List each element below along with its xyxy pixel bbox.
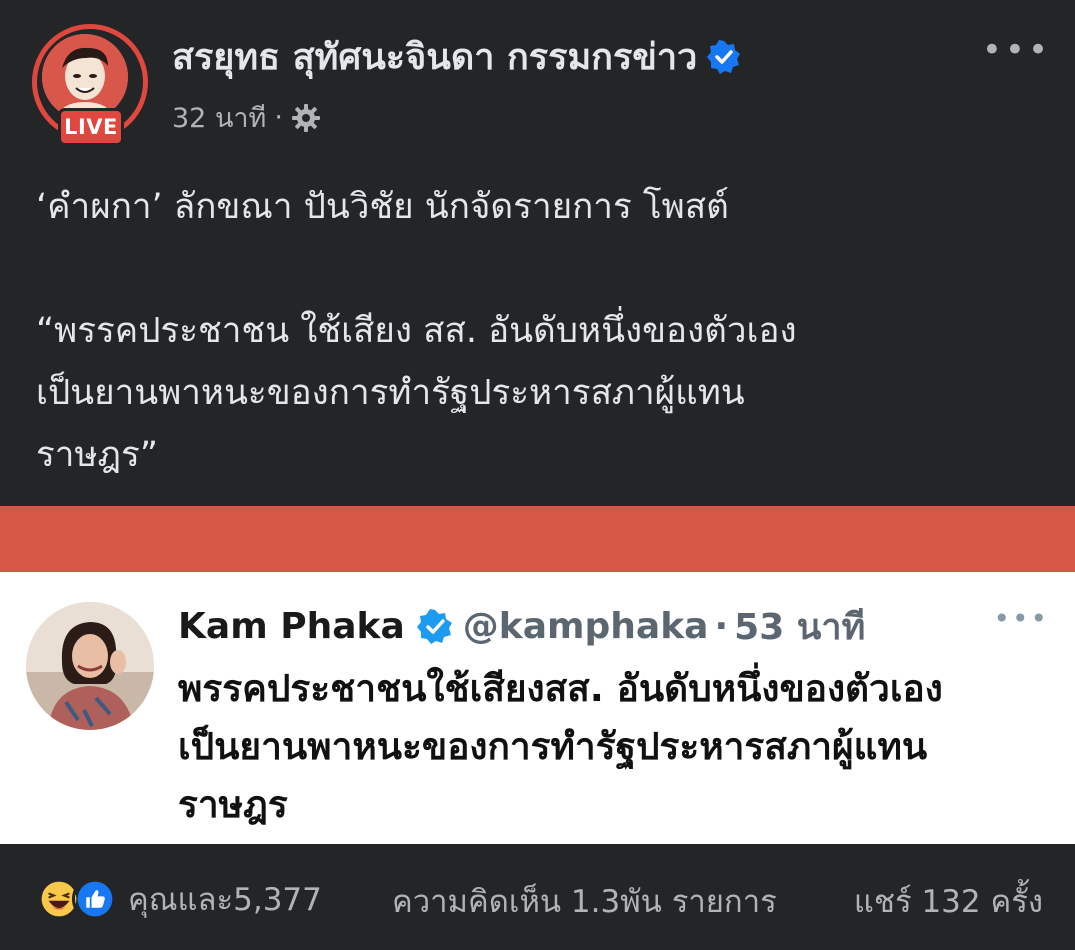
- like-thumb-icon: [72, 876, 118, 922]
- tweet-handle[interactable]: @kamphaka: [463, 606, 709, 647]
- tweet-separator: ·: [714, 606, 729, 647]
- verified-badge-icon: [416, 608, 452, 644]
- comments-count[interactable]: ความคิดเห็น 1.3พัน รายการ: [392, 876, 777, 926]
- tweet-screenshot[interactable]: Kam Phaka @kamphaka · 53 นาที ••• พรรคปร…: [0, 572, 1075, 844]
- profile-avatar[interactable]: LIVE: [32, 24, 150, 152]
- tweet-time: 53 นาที: [734, 607, 866, 648]
- live-badge: LIVE: [58, 108, 124, 146]
- tweet-more-icon: •••: [993, 602, 1049, 635]
- reactions-summary[interactable]: คุณและ5,377: [36, 874, 322, 924]
- post-body: ‘คำผกา’ ลักขณา ปันวิชัย นักจัดรายการ โพส…: [36, 176, 1046, 486]
- tweet-text-line: เป็นยานพาหนะของการทำรัฐประหารสภาผู้แทน: [178, 725, 928, 768]
- gear-icon: [291, 103, 320, 132]
- post-quote-line: เป็นยานพาหนะของการทำรัฐประหารสภาผู้แทน: [36, 373, 745, 413]
- image-top-strip: [0, 506, 1075, 572]
- tweet-text-line: ราษฎร: [178, 783, 288, 826]
- tweet-header: Kam Phaka @kamphaka · 53 นาที: [178, 598, 865, 655]
- tweet-avatar: [26, 602, 154, 730]
- tweet-text-line: พรรคประชาชนใช้เสียงสส. อันดับหนึ่งของตัว…: [178, 667, 943, 710]
- meta-separator: ·: [274, 102, 283, 133]
- post-time[interactable]: 32 นาที: [172, 96, 266, 139]
- post-meta: 32 นาที ·: [172, 96, 321, 139]
- shares-count[interactable]: แชร์ 132 ครั้ง: [854, 876, 1043, 926]
- author-name[interactable]: สรยุทธ สุทัศนะจินดา กรรมกรข่าว: [172, 28, 697, 85]
- post-quote-line: ราษฎร”: [36, 435, 158, 475]
- post-text-line: ‘คำผกา’ ลักขณา ปันวิชัย นักจัดรายการ โพส…: [36, 187, 729, 227]
- reaction-count[interactable]: คุณและ5,377: [128, 874, 322, 924]
- tweet-author-name[interactable]: Kam Phaka: [178, 606, 405, 647]
- post-quote-line: “พรรคประชาชน ใช้เสียง สส. อันดับหนึ่งของ…: [36, 311, 797, 351]
- post-footer: คุณและ5,377 ความคิดเห็น 1.3พัน รายการ แช…: [0, 844, 1075, 950]
- post-more-button[interactable]: •••: [982, 30, 1051, 70]
- post-author-row: สรยุทธ สุทัศนะจินดา กรรมกรข่าว: [172, 28, 741, 85]
- verified-badge-icon: [707, 39, 741, 74]
- tweet-text: พรรคประชาชนใช้เสียงสส. อันดับหนึ่งของตัว…: [178, 660, 1038, 834]
